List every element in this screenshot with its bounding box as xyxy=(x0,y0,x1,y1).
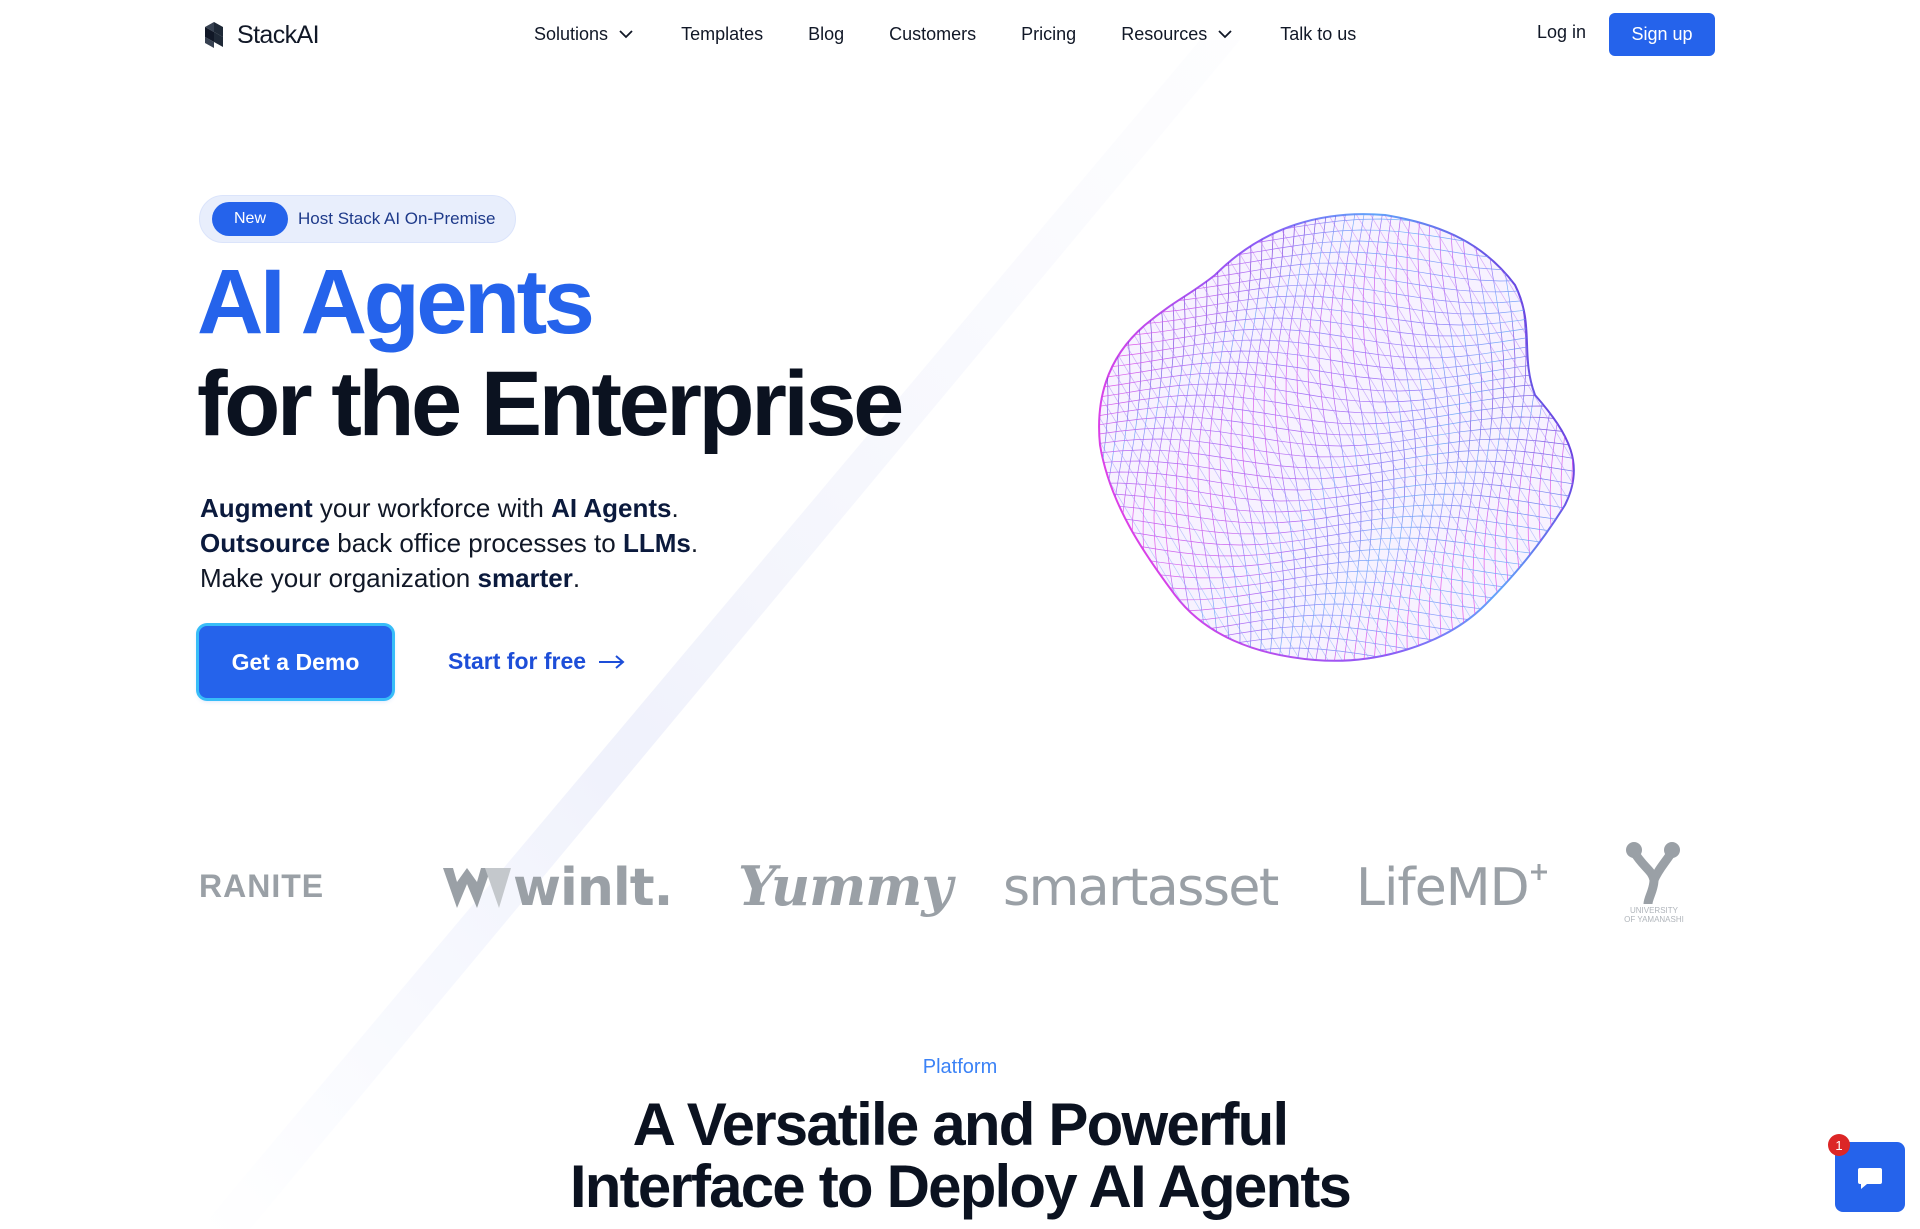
emph-text: smarter xyxy=(477,563,573,593)
logo-university-of-yamanashi: UNIVERSITY OF YAMANASHI xyxy=(1624,840,1684,940)
section-title-line1: A Versatile and Powerful xyxy=(632,1091,1290,1158)
stackai-logo-icon xyxy=(205,22,223,48)
nav-item-blog[interactable]: Blog xyxy=(808,24,844,45)
hero-title-line2: for the Enterprise xyxy=(197,353,904,455)
subtitle-line-2: Outsource back office processes to LLMs. xyxy=(200,526,698,561)
nav-item-label: Talk to us xyxy=(1280,23,1357,44)
section-eyebrow: Platform xyxy=(922,1056,998,1078)
plain-text: back office processes to xyxy=(330,528,623,558)
subtitle-line-1: Augment your workforce with AI Agents. xyxy=(200,491,698,526)
nav-item-resources[interactable]: Resources xyxy=(1121,24,1235,45)
hero-subtitle: Augment your workforce with AI Agents. O… xyxy=(200,491,698,596)
nav-item-label: Templates xyxy=(681,23,764,44)
nav-item-label: Solutions xyxy=(534,23,609,44)
background-beam xyxy=(200,40,1240,1229)
hero-title-line1: AI Agents xyxy=(197,251,595,353)
chevron-down-icon xyxy=(1218,30,1232,39)
nav-item-customers[interactable]: Customers xyxy=(889,24,976,45)
logo-winit: winlt. xyxy=(441,858,673,918)
plus-icon xyxy=(1530,864,1547,880)
brand-name: StackAI xyxy=(237,20,320,49)
nav-links: Solutions Templates Blog Customers Prici… xyxy=(534,0,1356,68)
logo-yummy: Yummy xyxy=(738,854,953,918)
winit-mark-icon xyxy=(443,868,511,908)
plain-text: Make your organization xyxy=(200,563,478,593)
login-link[interactable]: Log in xyxy=(1537,22,1586,43)
emph-text: Outsource xyxy=(200,528,331,558)
logo-granite: RANITE xyxy=(199,868,325,904)
nav-item-label: Pricing xyxy=(1021,23,1077,44)
announcement-badge[interactable]: New Host Stack AI On-Premise xyxy=(199,195,516,243)
chevron-down-icon xyxy=(619,30,633,39)
announcement-text: Host Stack AI On-Premise xyxy=(298,209,496,228)
nav-item-solutions[interactable]: Solutions xyxy=(534,24,636,45)
plain-text: your workforce with xyxy=(312,493,552,523)
logo-lifemd: LifeMD xyxy=(1356,858,1549,918)
nav-item-talk-to-us[interactable]: Talk to us xyxy=(1280,24,1356,45)
logo-smartasset: smartasset xyxy=(1003,858,1279,918)
nav-item-label: Customers xyxy=(889,23,977,44)
yamanashi-text: UNIVERSITY OF YAMANASHI xyxy=(1624,906,1684,924)
emph-text: Augment xyxy=(200,493,313,523)
smartasset-text: smartasset xyxy=(1003,858,1279,918)
stackai-logo[interactable]: StackAI xyxy=(199,18,320,52)
hero-wireframe-sphere xyxy=(1098,213,1575,662)
start-for-free-label: Start for free xyxy=(448,648,587,674)
yamanashi-mark-icon xyxy=(1626,842,1680,905)
plain-text: . xyxy=(671,493,679,523)
nav-item-templates[interactable]: Templates xyxy=(681,24,763,45)
top-navigation: StackAI Solutions Templates Blog Custome… xyxy=(0,0,1920,68)
subtitle-line-3: Make your organization smarter. xyxy=(200,561,698,596)
emph-text: AI Agents xyxy=(551,493,672,523)
chat-bubble-icon xyxy=(1858,1168,1882,1189)
arrow-right-icon xyxy=(599,654,625,669)
nav-item-label: Blog xyxy=(808,23,845,44)
new-pill: New xyxy=(212,202,289,236)
winit-text: winlt. xyxy=(513,858,673,918)
chat-unread-badge: 1 xyxy=(1828,1134,1850,1156)
plain-text: . xyxy=(572,563,581,593)
start-for-free-link[interactable]: Start for free xyxy=(448,648,626,675)
nav-item-pricing[interactable]: Pricing xyxy=(1021,24,1076,45)
section-title-line2: Interface to Deploy AI Agents xyxy=(569,1153,1352,1220)
customer-logos: RANITE winlt. Yummy smartasset LifeMD UN… xyxy=(0,840,1920,950)
plain-text: . xyxy=(690,528,699,558)
emph-text: LLMs xyxy=(622,528,691,558)
nav-item-label: Resources xyxy=(1121,23,1208,44)
lifemd-text: LifeMD xyxy=(1356,858,1530,918)
signup-button[interactable]: Sign up xyxy=(1609,13,1715,56)
get-demo-button[interactable]: Get a Demo xyxy=(199,626,392,698)
section-title: A Versatile and Powerful Interface to De… xyxy=(0,1094,1920,1218)
